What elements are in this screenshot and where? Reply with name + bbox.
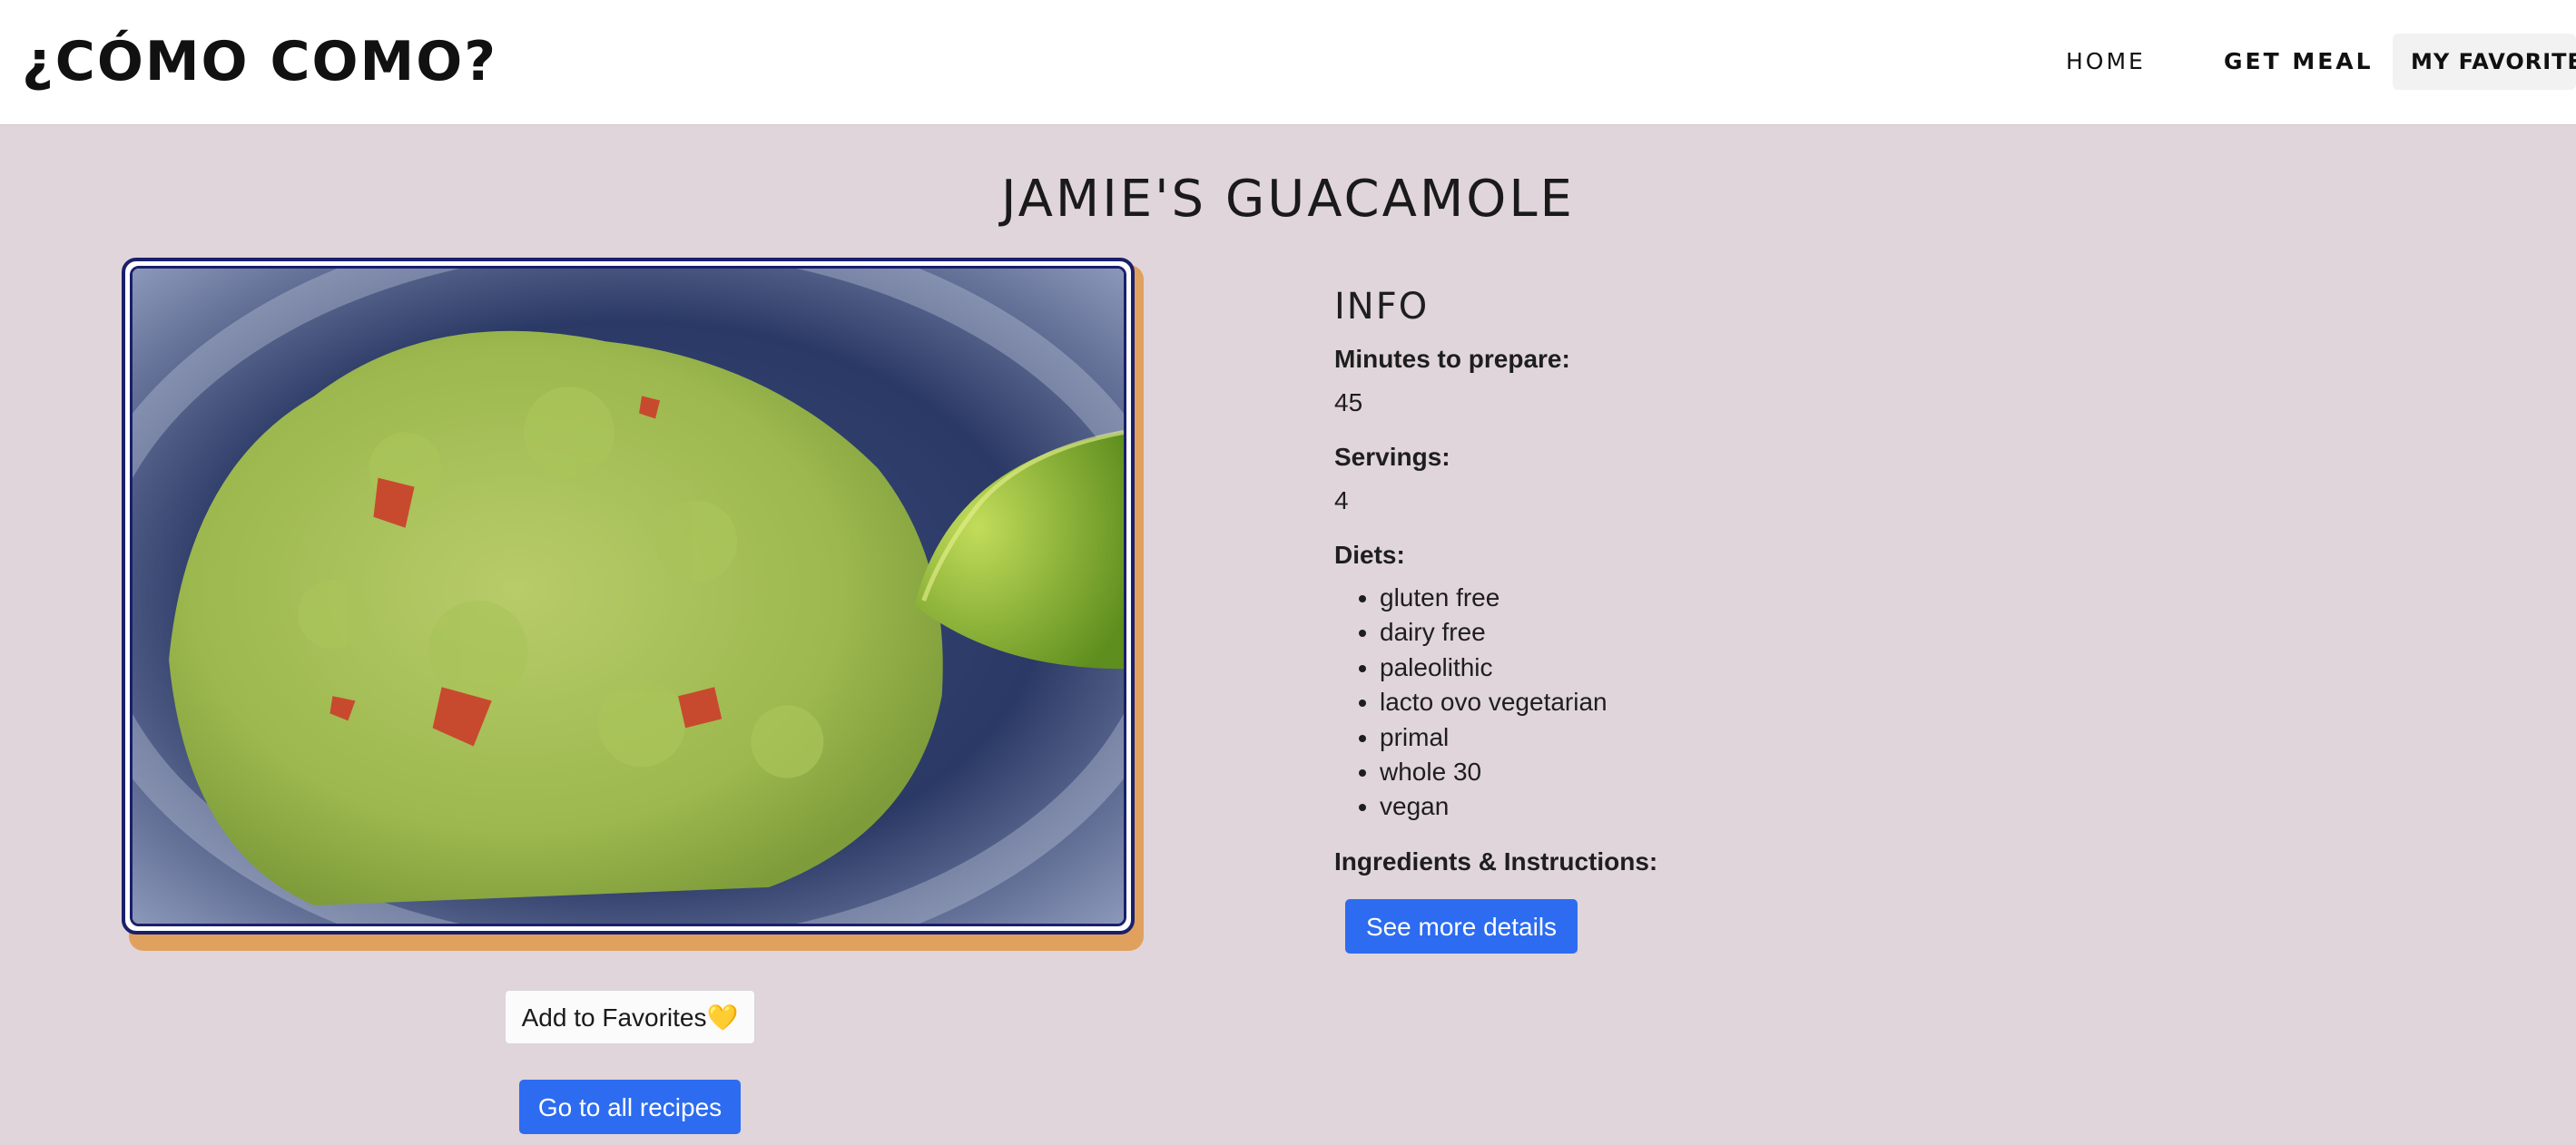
- top-navbar: ¿CÓMO COMO? HOME GET MEAL MY FAVORITES 💛: [0, 0, 2576, 124]
- diet-item: primal: [1380, 720, 1608, 755]
- diet-item: whole 30: [1380, 755, 1608, 789]
- nav-home-link[interactable]: HOME: [2066, 42, 2146, 82]
- diet-item: vegan: [1380, 789, 1608, 824]
- servings-label: Servings:: [1334, 443, 1450, 471]
- diet-item: lacto ovo vegetarian: [1380, 685, 1608, 719]
- diets-label: Diets:: [1334, 541, 1405, 569]
- ingredients-label: Ingredients & Instructions:: [1334, 847, 1658, 876]
- diet-item: gluten free: [1380, 581, 1608, 615]
- diet-item: paleolithic: [1380, 651, 1608, 685]
- diets-list: gluten free dairy free paleolithic lacto…: [1334, 581, 1608, 825]
- add-to-favorites-button[interactable]: Add to Favorites💛: [505, 990, 755, 1044]
- info-heading: INFO: [1334, 286, 1430, 328]
- nav-my-favorites-link[interactable]: MY FAVORITES 💛: [2393, 34, 2576, 90]
- diet-item: dairy free: [1380, 615, 1608, 650]
- minutes-value: 45: [1334, 388, 1363, 416]
- minutes-label: Minutes to prepare:: [1334, 345, 1570, 373]
- servings-value: 4: [1334, 486, 1349, 514]
- guacamole-image: [133, 269, 1124, 924]
- go-to-all-recipes-button[interactable]: Go to all recipes: [519, 1080, 741, 1134]
- recipe-title: Jamie's Guacamole: [1001, 170, 1575, 229]
- recipe-photo: [130, 266, 1126, 926]
- site-logo[interactable]: ¿CÓMO COMO?: [22, 27, 497, 96]
- see-more-details-button[interactable]: See more details: [1345, 899, 1578, 954]
- recipe-photo-frame: [122, 258, 1135, 935]
- nav-get-meal-link[interactable]: GET MEAL: [2224, 42, 2374, 82]
